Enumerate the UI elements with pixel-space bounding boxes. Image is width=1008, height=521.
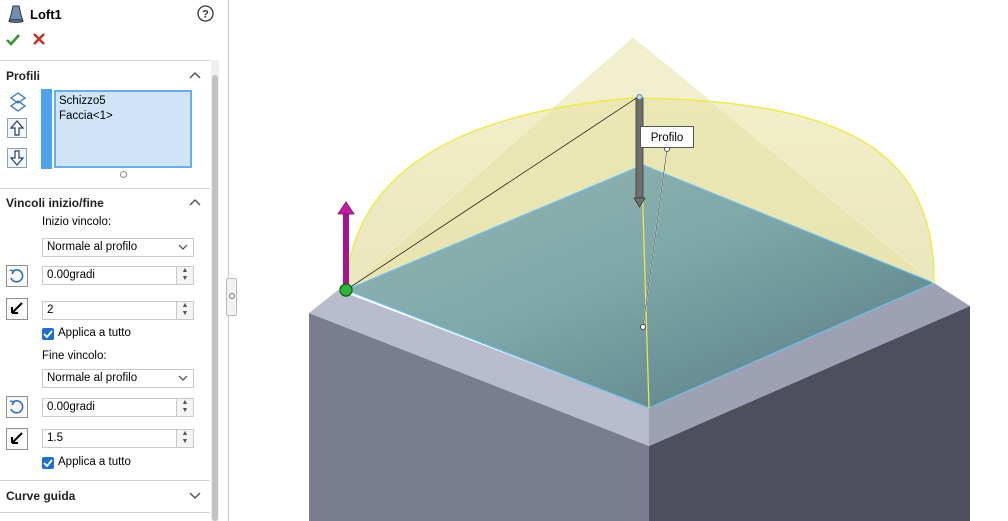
start-length-value: 2 (47, 304, 54, 316)
chevron-down-icon (178, 375, 188, 381)
divider (0, 188, 210, 189)
arrow-down-icon (9, 150, 25, 166)
feature-title: Loft1 (30, 7, 62, 22)
chevron-up-icon[interactable] (188, 70, 202, 80)
chevron-up-icon[interactable] (188, 197, 202, 207)
start-vector-handle[interactable] (343, 212, 349, 288)
callout-anchor (640, 324, 646, 330)
question-circle-icon[interactable]: ? (197, 5, 214, 22)
start-constraint-select[interactable]: Normale al profilo (42, 238, 194, 257)
end-angle-input[interactable]: 0.00gradi ▲ ▼ (42, 398, 194, 417)
tangent-length-icon (6, 298, 28, 320)
start-length-stepper[interactable]: ▲ ▼ (176, 302, 193, 319)
end-angle-value: 0.00gradi (47, 401, 95, 413)
end-constraint-value: Normale al profilo (47, 372, 138, 384)
constraints-section-title: Vincoli inizio/fine (6, 196, 104, 210)
arrow-up-icon (9, 120, 25, 136)
guides-section-title: Curve guida (6, 489, 76, 503)
end-length-input[interactable]: 1.5 ▲ ▼ (42, 429, 194, 448)
property-manager-panel: Loft1 ? Profili Schizzo5 Faccia<1> Vinco… (0, 0, 229, 521)
end-length-value: 1.5 (47, 432, 63, 444)
resize-handle[interactable] (120, 171, 127, 178)
move-down-button[interactable] (7, 148, 27, 168)
start-constraint-value: Normale al profilo (47, 241, 138, 253)
model-view[interactable] (229, 0, 1008, 521)
x-icon[interactable] (32, 32, 46, 46)
chevron-down-icon (178, 244, 188, 250)
draft-angle-icon (6, 265, 28, 287)
move-up-button[interactable] (7, 118, 27, 138)
start-angle-input[interactable]: 0.00gradi ▲ ▼ (42, 266, 194, 285)
divider (0, 512, 210, 513)
tangent-length-icon (6, 428, 28, 450)
svg-text:?: ? (202, 9, 209, 21)
start-vector-arrowhead[interactable] (337, 201, 355, 215)
selection-color-swatch (41, 89, 52, 169)
profiles-list[interactable]: Schizzo5 Faccia<1> (54, 90, 192, 168)
divider (0, 480, 210, 481)
start-angle-value: 0.00gradi (47, 269, 95, 281)
loft-feature-icon (8, 5, 24, 23)
end-vector-base[interactable] (636, 94, 643, 100)
divider (0, 60, 210, 61)
end-apply-all-label: Applica a tutto (58, 456, 131, 468)
start-apply-all-checkbox[interactable] (42, 328, 54, 340)
scrollbar-thumb[interactable] (212, 75, 218, 521)
profiles-section-title: Profili (6, 69, 41, 83)
profile-select-icon[interactable] (9, 92, 27, 112)
list-item[interactable]: Faccia<1> (59, 109, 187, 124)
end-length-stepper[interactable]: ▲ ▼ (176, 430, 193, 447)
end-angle-stepper[interactable]: ▲ ▼ (176, 399, 193, 416)
start-angle-stepper[interactable]: ▲ ▼ (176, 267, 193, 284)
draft-angle-icon (6, 396, 28, 418)
end-vector-handle[interactable] (635, 97, 644, 199)
checkmark-icon[interactable] (5, 32, 21, 48)
end-constraint-label: Fine vincolo: (42, 350, 107, 362)
start-constraint-label: Inizio vincolo: (42, 216, 112, 228)
graphics-viewport[interactable] (229, 0, 1008, 521)
end-constraint-select[interactable]: Normale al profilo (42, 369, 194, 388)
end-apply-all-checkbox[interactable] (42, 457, 54, 469)
profile-callout[interactable]: Profilo (640, 126, 694, 148)
chevron-down-icon[interactable] (188, 490, 202, 500)
connector-point[interactable] (339, 283, 353, 297)
start-apply-all-label: Applica a tutto (58, 327, 131, 339)
list-item[interactable]: Schizzo5 (59, 94, 187, 109)
start-length-input[interactable]: 2 ▲ ▼ (42, 301, 194, 320)
